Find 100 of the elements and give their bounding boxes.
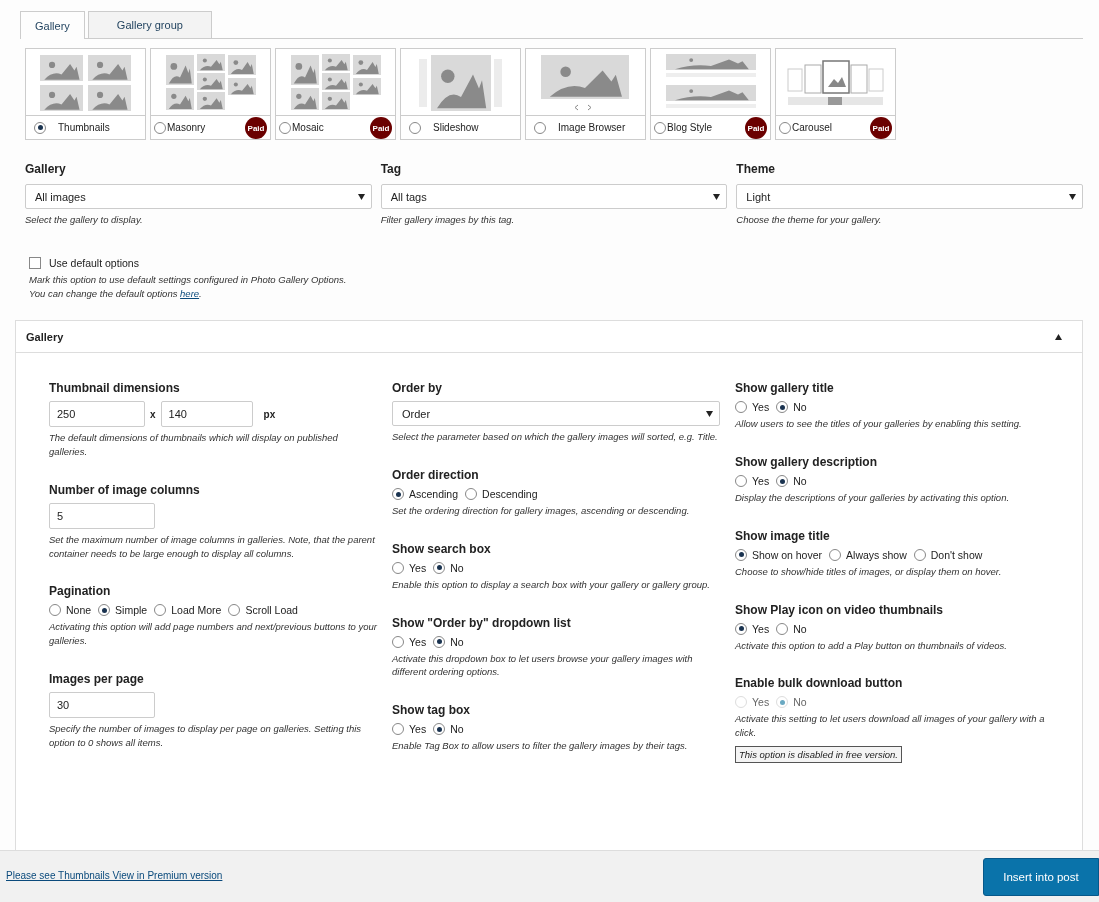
- help-text: Set the ordering direction for gallery images, ascending or descending.: [392, 504, 691, 518]
- help-text: The default dimensions of thumbnails which will display on published galleries.: [49, 431, 339, 459]
- help-text: Activating this option will add page numbers and next/previous buttons to your galleries.: [49, 620, 377, 648]
- help-text: Filter gallery images by this tag.: [380, 213, 516, 227]
- view-option-label: Thumbnails: [58, 122, 110, 133]
- radio-button[interactable]: [776, 622, 789, 635]
- radio-label: Descending: [482, 488, 538, 501]
- radio-label: Yes: [409, 561, 427, 574]
- help-text: Choose the theme for your gallery.: [736, 213, 883, 227]
- help-text: Choose to show/hide titles of images, or display them on hover.: [735, 564, 1003, 579]
- paid-badge: Paid: [745, 117, 767, 139]
- radio-label: No: [450, 635, 464, 648]
- view-option-card[interactable]: Blog Style Paid: [650, 48, 771, 140]
- select-field[interactable]: Order: [392, 401, 720, 427]
- insert-button[interactable]: Insert into post: [983, 858, 1099, 896]
- radio-button[interactable]: [735, 548, 747, 561]
- radio-button[interactable]: [392, 723, 404, 736]
- radio-button[interactable]: [465, 488, 478, 501]
- setting-label: Show image title: [735, 528, 831, 543]
- view-option-card[interactable]: Masonry Paid: [150, 48, 271, 140]
- radio-label: Yes: [409, 723, 427, 736]
- setting-label: Order direction: [392, 468, 480, 483]
- radio-button[interactable]: [98, 604, 111, 617]
- checkbox[interactable]: [29, 256, 41, 269]
- setting-label: Number of image columns: [49, 482, 201, 497]
- setting-label: Enable bulk download button: [735, 676, 904, 691]
- radio-button[interactable]: [913, 548, 926, 561]
- view-option-card[interactable]: Image Browser: [525, 48, 646, 140]
- radio-button[interactable]: [735, 622, 747, 635]
- width-input[interactable]: 250: [49, 401, 145, 428]
- radio-label: No: [793, 401, 807, 414]
- view-option-label: Carousel: [792, 122, 833, 133]
- radio-button[interactable]: [154, 121, 166, 134]
- view-option-card[interactable]: Thumbnails: [25, 48, 146, 140]
- setting-label: Show gallery title: [735, 381, 835, 396]
- radio-button[interactable]: [829, 548, 842, 561]
- view-option-label: Blog Style: [667, 122, 713, 133]
- paid-badge: Paid: [370, 117, 392, 139]
- tab[interactable]: Gallery group: [87, 11, 212, 38]
- help-text: Display the descriptions of your galleries by activating this option.: [735, 491, 1011, 505]
- radio-button[interactable]: [392, 488, 404, 501]
- input-field[interactable]: 30: [49, 691, 155, 718]
- view-option-label: Masonry: [167, 122, 206, 133]
- radio-button[interactable]: [409, 121, 421, 134]
- radio-label: Scroll Load: [245, 604, 298, 617]
- radio-button[interactable]: [392, 635, 404, 648]
- setting-label: Show "Order by" dropdown list: [392, 615, 572, 630]
- select-field[interactable]: Light: [736, 184, 1083, 209]
- height-input[interactable]: 140: [160, 401, 253, 428]
- setting-label: Show search box: [392, 541, 492, 556]
- radio-label: No: [793, 622, 807, 635]
- tab[interactable]: Gallery: [20, 11, 85, 39]
- radio-button[interactable]: [392, 561, 404, 574]
- view-option-card[interactable]: Slideshow: [400, 48, 521, 140]
- view-option-card[interactable]: Carousel Paid: [775, 48, 896, 140]
- help-text: Set the maximum number of image columns in galleries. Note, that the parent container needs to be large enough to display all columns.: [49, 532, 376, 561]
- setting-label: Images per page: [49, 671, 145, 686]
- radio-button[interactable]: [228, 604, 241, 617]
- radio-label: Simple: [115, 604, 148, 617]
- radio-button[interactable]: [279, 121, 291, 134]
- select-field[interactable]: All tags: [380, 184, 728, 209]
- radio-label: Load More: [171, 604, 222, 617]
- radio-label: Show on hover: [752, 548, 823, 561]
- view-option-label: Slideshow: [433, 122, 479, 133]
- radio-button[interactable]: [34, 121, 46, 134]
- panel-title: Gallery: [26, 330, 64, 343]
- radio-label: Yes: [752, 696, 770, 709]
- radio-button[interactable]: [534, 121, 546, 134]
- radio-button[interactable]: [433, 723, 446, 736]
- radio-button[interactable]: [49, 604, 61, 617]
- view-option-label: Image Browser: [558, 122, 626, 133]
- premium-link[interactable]: Please see Thumbnails View in Premium version: [6, 870, 223, 881]
- help-text: Select the parameter based on which the gallery images will sorted, e.g. Title.: [392, 430, 719, 445]
- caret-icon: [357, 193, 365, 200]
- radio-label: No: [793, 475, 807, 488]
- field-label: Tag: [380, 162, 403, 176]
- help-text: Activate this setting to let users download all images of your gallery with a click.: [735, 712, 1046, 740]
- radio-button[interactable]: [776, 401, 789, 414]
- field-label: Gallery: [25, 162, 67, 176]
- view-option-card[interactable]: Mosaic Paid: [275, 48, 396, 140]
- help-text: Enable Tag Box to allow users to filter the gallery images by their tags.: [392, 739, 689, 753]
- radio-label: Ascending: [409, 488, 459, 501]
- field-label: Theme: [736, 162, 776, 176]
- select-field[interactable]: All images: [25, 184, 372, 209]
- radio-label: Yes: [409, 635, 427, 648]
- radio-button[interactable]: [654, 121, 666, 134]
- radio-button[interactable]: [735, 401, 747, 414]
- input-field[interactable]: 5: [49, 502, 155, 529]
- help-text: Activate this dropdown box to let users browse your gallery images with different ordering options.: [392, 651, 694, 680]
- radio-button[interactable]: [735, 475, 747, 488]
- radio-button[interactable]: [433, 561, 446, 574]
- radio-label: Yes: [752, 475, 770, 488]
- setting-label: Pagination: [49, 584, 112, 599]
- checkbox-label: Use default options: [49, 256, 139, 269]
- radio-button[interactable]: [779, 121, 791, 134]
- panel-header[interactable]: Gallery: [16, 321, 1082, 354]
- radio-button[interactable]: [776, 475, 789, 488]
- radio-label: Don't show: [930, 548, 983, 561]
- radio-button[interactable]: [433, 635, 446, 648]
- radio-button[interactable]: [154, 604, 167, 617]
